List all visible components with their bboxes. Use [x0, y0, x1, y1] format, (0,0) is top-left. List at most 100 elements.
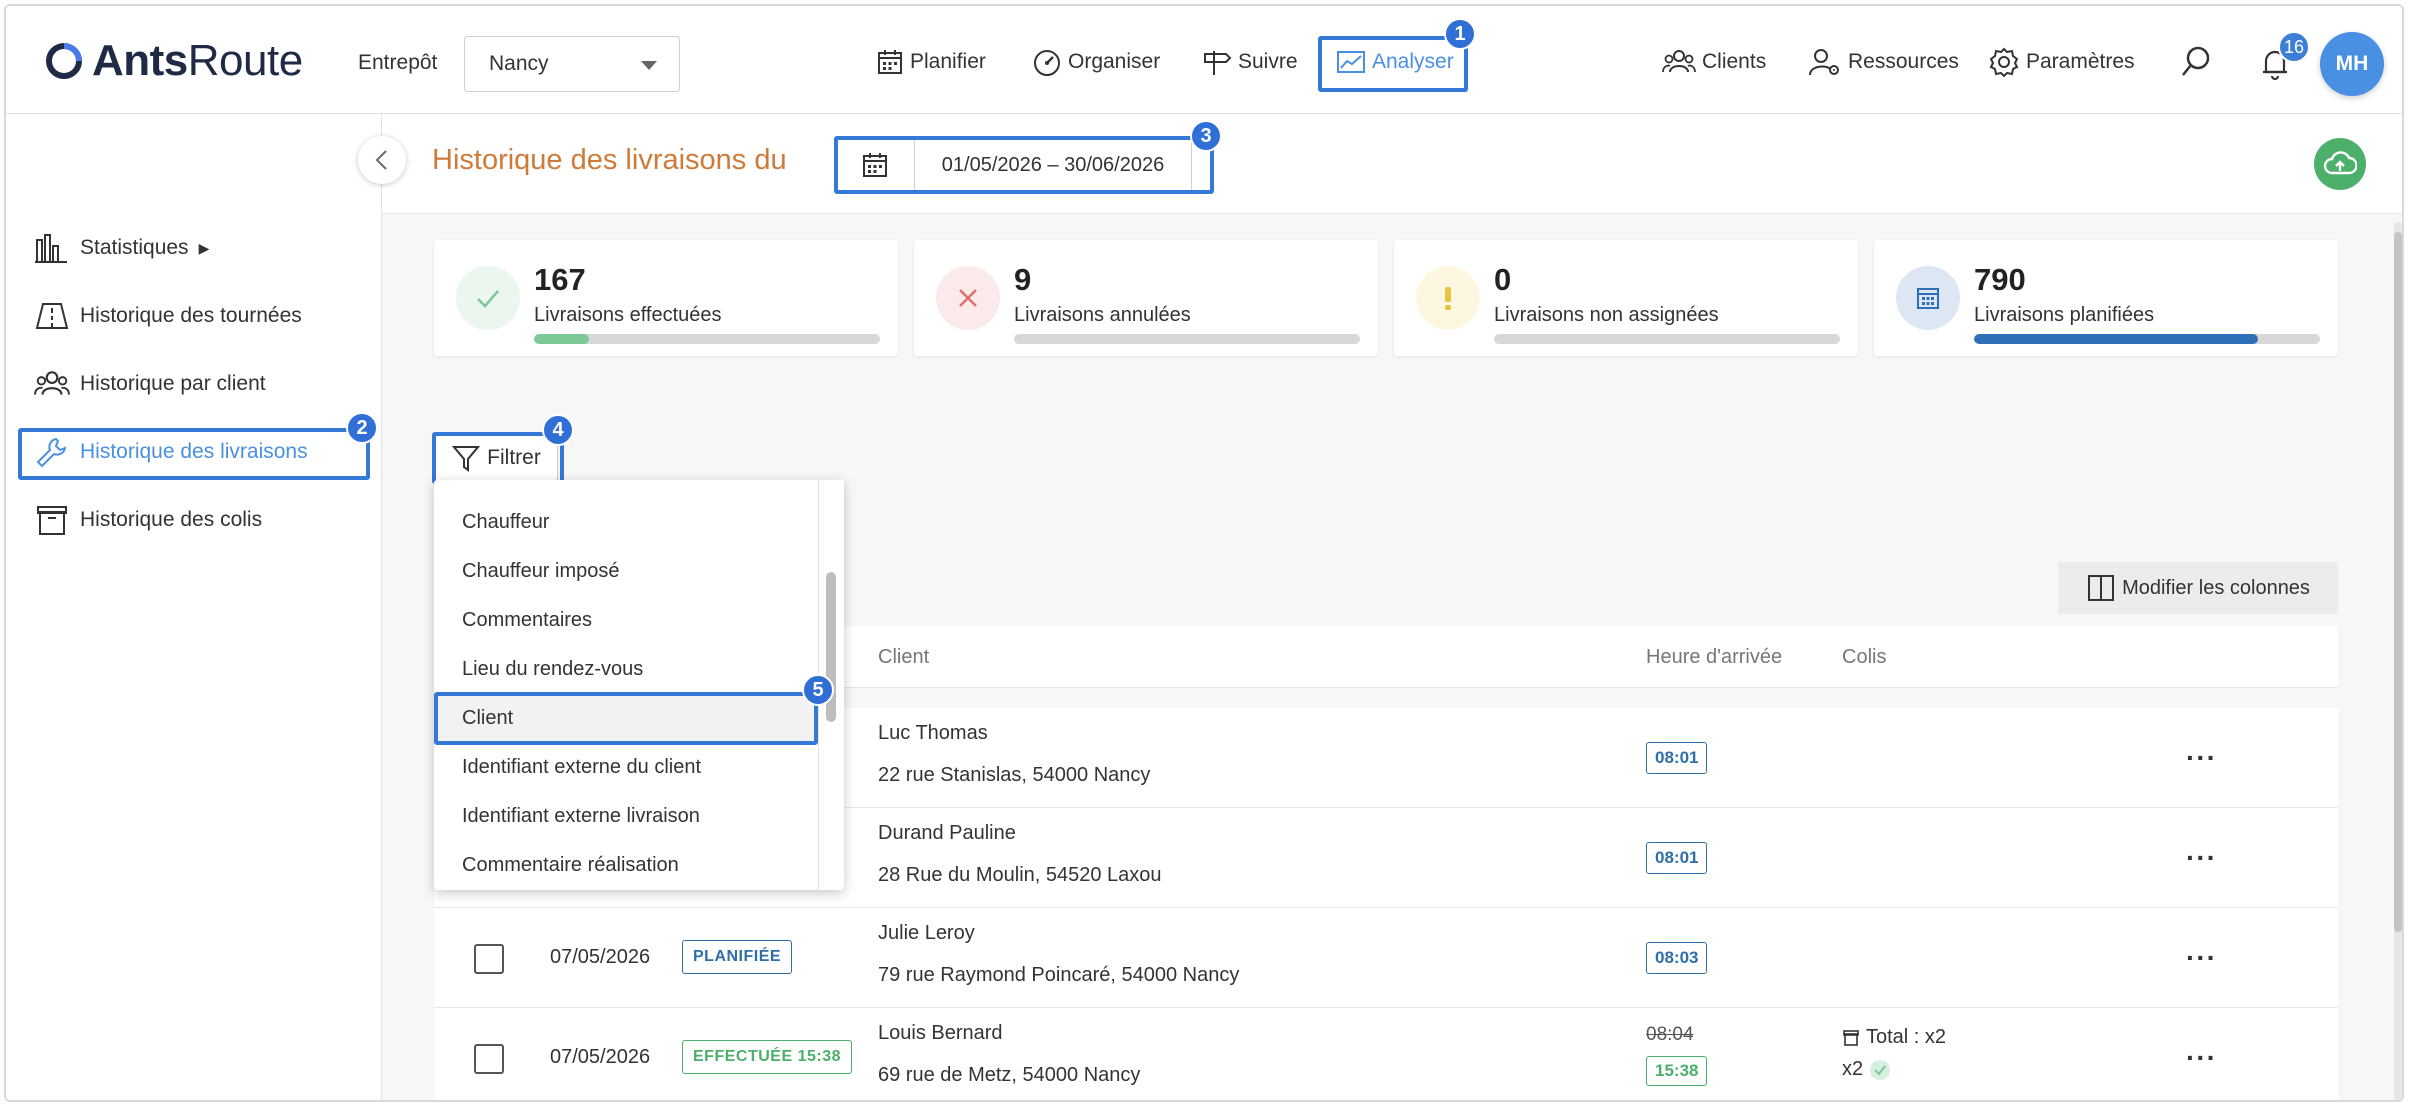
bar-chart-icon	[35, 234, 67, 263]
kpi-progress-bar	[1014, 334, 1360, 344]
kpi-label: Livraisons effectuées	[534, 304, 722, 326]
status-badge: EFFECTUÉE 15:38	[682, 1040, 852, 1074]
table-row[interactable]: 07/05/2026 PLANIFIÉE Julie Leroy 79 rue …	[434, 908, 2338, 1008]
row-checkbox[interactable]	[474, 944, 504, 974]
highlight-box-analyze	[1318, 36, 1468, 92]
client-address: 22 rue Stanislas, 54000 Nancy	[878, 764, 1151, 786]
annotation-badge-1: 1	[1444, 18, 1476, 50]
user-gear-icon	[1809, 49, 1839, 76]
dropdown-item-comments[interactable]: Commentaires	[434, 596, 816, 645]
client-address: 79 rue Raymond Poincaré, 54000 Nancy	[878, 964, 1240, 986]
kpi-label: Livraisons non assignées	[1494, 304, 1719, 326]
kpi-progress-bar	[1974, 334, 2320, 344]
package-icon	[1843, 1029, 1859, 1046]
more-options-icon[interactable]: ···	[2186, 842, 2217, 874]
nav-clients-label: Clients	[1702, 50, 1767, 73]
arrival-time-tag: 08:03	[1646, 942, 1708, 974]
expand-arrow-icon: ▶	[198, 239, 210, 256]
annotation-badge-2: 2	[346, 412, 378, 444]
annotation-badge-5: 5	[802, 674, 834, 706]
map-route-icon	[35, 303, 69, 329]
notification-count-badge: 16	[2278, 31, 2310, 63]
more-options-icon[interactable]: ···	[2186, 942, 2217, 974]
nav-organize[interactable]: Organiser	[1032, 44, 1160, 80]
modify-columns-label: Modifier les colonnes	[2122, 576, 2310, 599]
user-avatar[interactable]: MH	[2320, 32, 2384, 96]
kpi-value: 0	[1494, 262, 1512, 297]
nav-plan-label: Planifier	[910, 50, 986, 73]
kpi-progress-bar	[1494, 334, 1840, 344]
gear-icon	[1989, 47, 2019, 78]
highlight-box-client-option	[434, 692, 818, 745]
client-name: Luc Thomas	[878, 722, 988, 744]
logo-text: AntsRoute	[92, 36, 303, 85]
antsroute-logo[interactable]: AntsRoute	[44, 36, 303, 86]
app-window: AntsRoute Entrepôt Nancy Planifier Organ…	[4, 4, 2404, 1102]
row-checkbox[interactable]	[474, 1044, 504, 1074]
kpi-value: 167	[534, 262, 586, 297]
kpi-unassigned: 0 Livraisons non assignées	[1394, 240, 1858, 356]
main-scrollbar[interactable]	[2394, 222, 2402, 1100]
dropdown-item-delivery-external-id[interactable]: Identifiant externe livraison	[434, 792, 816, 841]
users-icon	[1662, 50, 1696, 73]
warehouse-value: Nancy	[489, 52, 549, 75]
dropdown-item-client-external-id[interactable]: Identifiant externe du client	[434, 743, 816, 792]
chevron-left-icon	[375, 150, 387, 170]
dropdown-item-completion-comment[interactable]: Commentaire réalisation	[434, 841, 816, 890]
annotation-badge-4: 4	[542, 414, 574, 446]
users-icon	[34, 371, 70, 395]
signpost-icon	[1204, 51, 1232, 75]
table-row[interactable]: 07/05/2026 EFFECTUÉE 15:38 Louis Bernard…	[434, 1008, 2338, 1100]
highlight-box-date-range	[834, 136, 1214, 194]
status-badge: PLANIFIÉE	[682, 940, 793, 974]
chevron-down-icon	[641, 61, 657, 70]
warehouse-select[interactable]: Nancy	[464, 36, 680, 92]
dropdown-item-driver[interactable]: Chauffeur	[434, 498, 816, 547]
package-icon	[37, 506, 67, 535]
annotation-badge-3: 3	[1190, 120, 1222, 152]
sidebar-item-route-history[interactable]: Historique des tournées	[34, 294, 302, 338]
sidebar-item-parcel-history[interactable]: Historique des colis	[34, 498, 262, 542]
scrollbar-thumb[interactable]	[2394, 232, 2402, 932]
sidebar-item-statistics[interactable]: Statistiques ▶	[34, 226, 209, 270]
logo-icon	[46, 43, 82, 79]
kpi-progress-bar	[534, 334, 880, 344]
export-button[interactable]	[2314, 138, 2366, 190]
actual-arrival-time-tag: 15:38	[1646, 1056, 1708, 1086]
highlight-box-delivery-history	[18, 428, 370, 480]
kpi-cancelled: 9 Livraisons annulées	[914, 240, 1378, 356]
kpi-completed: 167 Livraisons effectuées	[434, 240, 898, 356]
nav-track-label: Suivre	[1238, 50, 1298, 73]
search-icon	[2182, 46, 2210, 76]
kpi-value: 790	[1974, 262, 2026, 297]
delivery-date: 07/05/2026	[550, 1046, 651, 1068]
gauge-icon	[1034, 50, 1060, 76]
cloud-upload-icon	[2323, 151, 2357, 175]
calendar-icon	[1896, 266, 1960, 330]
more-options-icon[interactable]: ···	[2186, 742, 2217, 774]
dropdown-item-imposed-driver[interactable]: Chauffeur imposé	[434, 547, 816, 596]
nav-clients[interactable]: Clients	[1662, 44, 1766, 80]
parcels-total: Total : x2	[1842, 1026, 1946, 1049]
kpi-label: Livraisons annulées	[1014, 304, 1191, 326]
more-options-icon[interactable]: ···	[2186, 1042, 2217, 1074]
column-header-client[interactable]: Client	[878, 646, 929, 669]
column-header-arrival[interactable]: Heure d'arrivée	[1646, 646, 1782, 669]
nav-plan[interactable]: Planifier	[876, 44, 986, 80]
arrival-time-tag: 08:01	[1646, 742, 1708, 774]
kpi-planned: 790 Livraisons planifiées	[1874, 240, 2338, 356]
kpi-value: 9	[1014, 262, 1032, 297]
search-button[interactable]	[2178, 44, 2214, 86]
nav-resources[interactable]: Ressources	[1808, 44, 1959, 80]
sidebar-item-label: Historique des tournées	[80, 304, 302, 327]
column-header-parcels[interactable]: Colis	[1842, 646, 1886, 669]
nav-track[interactable]: Suivre	[1202, 44, 1298, 80]
collapse-sidebar-button[interactable]	[358, 136, 406, 184]
highlight-box-filter	[432, 432, 564, 484]
sidebar-item-label: Historique par client	[80, 372, 266, 395]
modify-columns-button[interactable]: Modifier les colonnes	[2058, 562, 2338, 614]
client-name: Louis Bernard	[878, 1022, 1003, 1044]
nav-settings[interactable]: Paramètres	[1988, 44, 2135, 80]
dropdown-item-meeting-place[interactable]: Lieu du rendez-vous	[434, 645, 816, 694]
sidebar-item-client-history[interactable]: Historique par client	[34, 362, 266, 406]
